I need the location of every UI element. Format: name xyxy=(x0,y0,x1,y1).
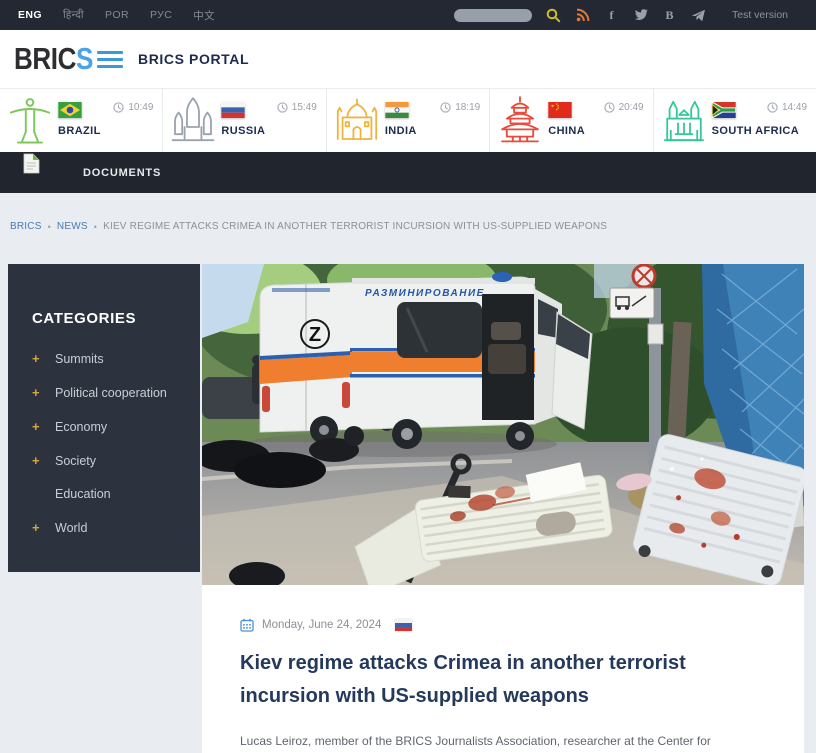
plus-icon: + xyxy=(32,385,42,400)
categories-title: CATEGORIES xyxy=(32,310,178,327)
main-navbar: DOCUMENTS xyxy=(0,152,816,193)
plus-icon: + xyxy=(32,453,42,468)
russia-flag xyxy=(221,102,245,118)
rss-icon[interactable] xyxy=(575,8,590,23)
article-photo: Z РАЗМИНИРОВАНИЕ xyxy=(202,264,804,585)
topbar-right: f B Test version xyxy=(454,8,816,23)
china-label: CHINA xyxy=(548,125,585,137)
brazil-time: 10:49 xyxy=(128,102,153,113)
russia-flag-small xyxy=(395,619,412,631)
nav-item-documents[interactable]: DOCUMENTS xyxy=(83,152,161,193)
lang-hindi[interactable]: हिन्दी xyxy=(63,8,84,22)
article-title: Kiev regime attacks Crimea in another te… xyxy=(240,647,710,713)
breadcrumb: BRICS • NEWS • KIEV REGIME ATTACKS CRIME… xyxy=(10,221,800,232)
site-header: BRICS BRICS PORTAL xyxy=(0,30,816,88)
categories-sidebar: CATEGORIES + Summits + Political coopera… xyxy=(8,264,200,572)
article-lead: Lucas Leiroz, member of the BRICS Journa… xyxy=(240,728,752,753)
south-africa-time: 14:49 xyxy=(782,102,807,113)
test-version-label: Test version xyxy=(732,9,802,21)
clock-icon xyxy=(277,102,288,113)
sidebar-item-society[interactable]: + Society xyxy=(32,453,178,468)
article-date: Monday, June 24, 2024 xyxy=(262,619,381,631)
topbar: ENG हिन्दी POR РУС 中文 f B Test version xyxy=(0,0,816,30)
lang-chinese[interactable]: 中文 xyxy=(193,8,215,23)
country-brazil[interactable]: 10:49 BRAZIL xyxy=(0,89,163,152)
clock-icon xyxy=(440,102,451,113)
india-time: 18:19 xyxy=(455,102,480,113)
article-date-row: Monday, June 24, 2024 xyxy=(240,618,766,632)
plus-icon: + xyxy=(32,351,42,366)
vk-icon[interactable]: B xyxy=(662,8,677,23)
china-time: 20:49 xyxy=(619,102,644,113)
country-russia[interactable]: 15:49 RUSSIA xyxy=(163,89,326,152)
christ-redeemer-icon xyxy=(6,94,54,148)
india-label: INDIA xyxy=(385,125,417,137)
plus-icon: + xyxy=(32,419,42,434)
russia-label: RUSSIA xyxy=(221,125,265,137)
documents-icon xyxy=(22,153,41,174)
lang-por[interactable]: POR xyxy=(105,9,129,21)
south-africa-label: SOUTH AFRICA xyxy=(712,125,800,137)
telegram-icon[interactable] xyxy=(691,8,706,23)
brazil-flag xyxy=(58,102,82,118)
sidebar-item-summits[interactable]: + Summits xyxy=(32,351,178,366)
clock-icon xyxy=(767,102,778,113)
sidebar-item-economy[interactable]: + Economy xyxy=(32,419,178,434)
portal-title: BRICS PORTAL xyxy=(138,30,249,88)
brazil-label: BRAZIL xyxy=(58,125,101,137)
lang-rus[interactable]: РУС xyxy=(150,9,172,21)
sidebar-item-education[interactable]: Education xyxy=(32,487,178,501)
language-switcher: ENG हिन्दी POR РУС 中文 xyxy=(0,8,215,23)
temple-of-heaven-icon xyxy=(496,94,544,148)
search-icon[interactable] xyxy=(546,8,561,23)
breadcrumb-separator: • xyxy=(94,222,97,232)
breadcrumb-current: KIEV REGIME ATTACKS CRIMEA IN ANOTHER TE… xyxy=(103,221,607,232)
breadcrumb-separator: • xyxy=(48,222,51,232)
svg-text:Z: Z xyxy=(309,324,321,346)
breadcrumb-brics[interactable]: BRICS xyxy=(10,221,42,232)
article-panel: Monday, June 24, 2024 Kiev regime attack… xyxy=(202,585,804,753)
search-input[interactable] xyxy=(454,9,532,22)
sidebar-item-world[interactable]: + World xyxy=(32,520,178,535)
countries-strip: 10:49 BRAZIL 15:49 RUSSIA 18:19 INDIA 20… xyxy=(0,88,816,152)
taj-mahal-icon xyxy=(333,94,381,148)
st-basils-icon xyxy=(169,94,217,148)
clock-icon xyxy=(604,102,615,113)
russia-time: 15:49 xyxy=(292,102,317,113)
country-south-africa[interactable]: 14:49 SOUTH AFRICA xyxy=(654,89,816,152)
india-flag xyxy=(385,102,409,118)
china-flag xyxy=(548,102,572,118)
menu-icon[interactable] xyxy=(97,51,123,68)
country-china[interactable]: 20:49 CHINA xyxy=(490,89,653,152)
calendar-icon xyxy=(240,618,254,632)
facebook-icon[interactable]: f xyxy=(604,8,619,23)
south-africa-flag xyxy=(712,102,736,118)
union-buildings-icon xyxy=(660,94,708,148)
plus-icon: + xyxy=(32,520,42,535)
sidebar-item-political-cooperation[interactable]: + Political cooperation xyxy=(32,385,178,400)
country-india[interactable]: 18:19 INDIA xyxy=(327,89,490,152)
breadcrumb-news[interactable]: NEWS xyxy=(57,221,88,232)
clock-icon xyxy=(113,102,124,113)
twitter-icon[interactable] xyxy=(633,8,648,23)
svg-text:РАЗМИНИРОВАНИЕ: РАЗМИНИРОВАНИЕ xyxy=(365,288,485,299)
brics-logo[interactable]: BRICS xyxy=(14,30,93,88)
lang-eng[interactable]: ENG xyxy=(18,9,42,21)
